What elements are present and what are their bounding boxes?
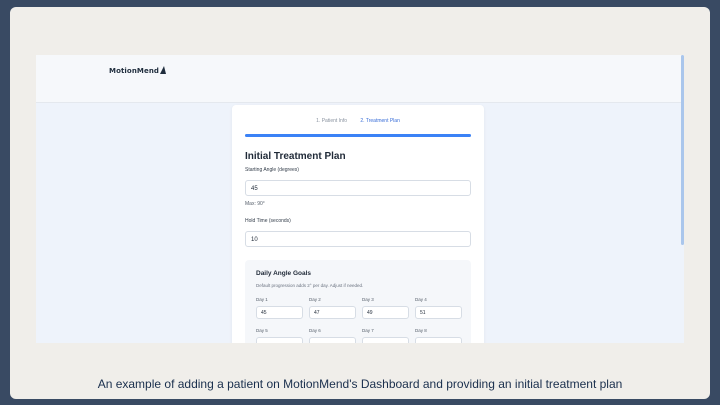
day-angle-input[interactable]: 51	[415, 306, 462, 319]
starting-angle-input[interactable]: 45	[245, 180, 471, 196]
step-patient-info[interactable]: 1. Patient Info	[316, 118, 347, 124]
day-label: Day 8	[415, 328, 427, 333]
hold-time-input[interactable]: 10	[245, 231, 471, 247]
day-goal: Day 2 47	[309, 297, 356, 319]
day-label: Day 1	[256, 297, 268, 302]
dashboard-screenshot: MotionMend 1. Patient Info 2. Treatment …	[36, 55, 684, 343]
stepper-progress-track	[245, 134, 471, 137]
day-label: Day 3	[362, 297, 374, 302]
logo-mark-icon	[160, 66, 167, 74]
starting-angle-label: Starting Angle (degrees)	[245, 167, 299, 173]
app-logo[interactable]: MotionMend	[109, 66, 167, 75]
day-angle-input[interactable]	[415, 337, 462, 343]
day-goal: Day 7	[362, 328, 409, 343]
form-title: Initial Treatment Plan	[245, 151, 346, 162]
day-goal: Day 6	[309, 328, 356, 343]
starting-angle-hint: Max: 90°	[245, 201, 265, 207]
hold-time-label: Hold Time (seconds)	[245, 218, 291, 224]
day-label: Day 5	[256, 328, 268, 333]
app-header: MotionMend	[36, 55, 684, 103]
daily-goals-title: Daily Angle Goals	[256, 270, 312, 277]
day-goal: Day 3 49	[362, 297, 409, 319]
day-goal: Day 8	[415, 328, 462, 343]
page-scrollbar[interactable]	[681, 55, 684, 245]
step-treatment-plan[interactable]: 2. Treatment Plan	[360, 118, 399, 124]
stepper: 1. Patient Info 2. Treatment Plan	[232, 118, 484, 124]
day-angle-input[interactable]	[362, 337, 409, 343]
day-angle-input[interactable]	[309, 337, 356, 343]
day-label: Day 6	[309, 328, 321, 333]
slide-caption: An example of adding a patient on Motion…	[97, 377, 623, 391]
daily-angle-goals-panel: Daily Angle Goals Default progression ad…	[245, 260, 471, 343]
day-label: Day 2	[309, 297, 321, 302]
stepper-progress-fill	[245, 134, 471, 137]
day-angle-input[interactable]: 45	[256, 306, 303, 319]
day-angle-input[interactable]: 47	[309, 306, 356, 319]
treatment-plan-card: 1. Patient Info 2. Treatment Plan Initia…	[232, 105, 484, 343]
day-label: Day 7	[362, 328, 374, 333]
day-goal: Day 4 51	[415, 297, 462, 319]
day-goal: Day 1 45	[256, 297, 303, 319]
day-label: Day 4	[415, 297, 427, 302]
daily-goals-description: Default progression adds 2° per day. Adj…	[256, 283, 364, 288]
day-goal: Day 5	[256, 328, 303, 343]
day-angle-input[interactable]: 49	[362, 306, 409, 319]
day-angle-input[interactable]	[256, 337, 303, 343]
logo-text: MotionMend	[109, 67, 160, 75]
